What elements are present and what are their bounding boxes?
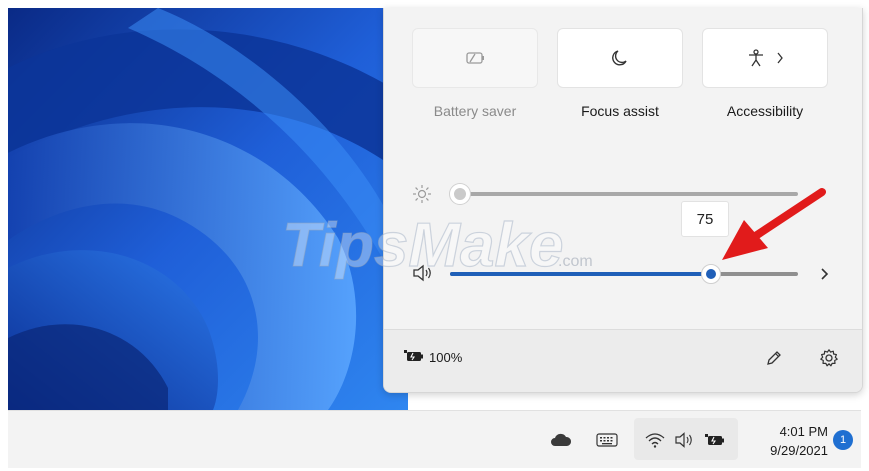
speaker-icon[interactable] (412, 264, 434, 284)
volume-slider-thumb[interactable] (701, 264, 721, 284)
tile-accessibility[interactable]: Accessibility (702, 28, 828, 119)
wifi-icon (644, 431, 666, 449)
brightness-slider-row (412, 179, 832, 209)
volume-slider-row (412, 259, 832, 289)
battery-saver-toggle[interactable] (412, 28, 538, 88)
notification-badge[interactable]: 1 (833, 430, 853, 450)
battery-percentage: 100% (429, 350, 463, 365)
gear-icon (819, 348, 839, 372)
battery-icon (704, 431, 726, 449)
tile-focus-assist[interactable]: Focus assist (557, 28, 683, 119)
onedrive-cloud-icon[interactable] (550, 431, 572, 449)
battery-status[interactable]: 100% (404, 349, 462, 366)
accessibility-button[interactable] (702, 28, 828, 88)
volume-slider[interactable] (450, 264, 798, 284)
accessibility-icon (746, 48, 766, 68)
battery-saver-icon (464, 51, 486, 65)
chevron-right-icon (776, 52, 784, 64)
desktop-wallpaper (8, 8, 408, 410)
focus-assist-toggle[interactable] (557, 28, 683, 88)
brightness-slider[interactable] (450, 184, 798, 204)
pencil-icon (765, 349, 783, 371)
tile-label: Battery saver (433, 103, 517, 119)
battery-icon (404, 349, 424, 366)
brightness-slider-thumb[interactable] (450, 184, 470, 204)
volume-slider-fill (450, 272, 711, 276)
moon-icon (611, 49, 629, 67)
tile-label: Accessibility (726, 103, 804, 119)
taskbar-clock[interactable]: 4:01 PM 9/29/2021 (742, 422, 828, 460)
quick-settings-tiles: Battery saver Focus assist Accessibility (412, 28, 828, 119)
taskbar: 4:01 PM 9/29/2021 1 (8, 410, 861, 468)
volume-value-tooltip: 75 (681, 201, 729, 237)
clock-date: 9/29/2021 (770, 443, 828, 458)
edit-quick-settings-button[interactable] (763, 349, 785, 371)
quick-settings-panel: Battery saver Focus assist Accessibility (383, 8, 863, 393)
speaker-icon (674, 431, 696, 449)
touch-keyboard-icon[interactable] (596, 431, 618, 449)
quick-settings-tray-button[interactable] (634, 418, 738, 460)
sun-icon (412, 184, 434, 204)
clock-time: 4:01 PM (779, 424, 828, 439)
quick-settings-footer: 100% (384, 329, 862, 392)
settings-button[interactable] (818, 349, 840, 371)
tile-label: Focus assist (581, 103, 659, 119)
volume-output-chevron-icon[interactable] (818, 263, 832, 285)
tile-battery-saver[interactable]: Battery saver (412, 28, 538, 119)
